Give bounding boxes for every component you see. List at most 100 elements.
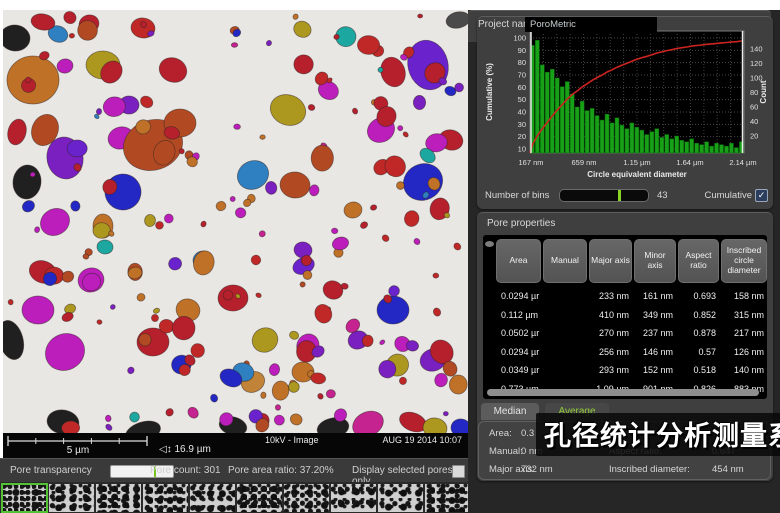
histogram-bar[interactable] [625, 129, 629, 153]
histogram-bar[interactable] [660, 137, 664, 153]
pore-blob[interactable] [36, 203, 75, 240]
histogram-bar[interactable] [610, 123, 614, 153]
pore-blob[interactable] [217, 284, 248, 312]
pore-blob[interactable] [96, 319, 102, 325]
pore-blob[interactable] [136, 292, 147, 302]
pore-blob[interactable] [255, 292, 262, 298]
pore-blob[interactable] [443, 411, 448, 416]
pore-blob[interactable] [399, 377, 407, 385]
pore-blob[interactable] [275, 405, 280, 411]
pore-blob[interactable] [432, 307, 442, 318]
display-selected-checkbox[interactable] [452, 465, 465, 478]
table-row[interactable]: 0.0294 µr256 nm146 nm0.57126 nm [496, 343, 759, 362]
pore-blob[interactable] [370, 204, 378, 211]
histogram-bar[interactable] [715, 143, 719, 153]
table-row[interactable]: 0.0502 µr270 nm237 nm0.878217 nm [496, 324, 759, 343]
cumulative-checkbox[interactable]: ✓ [755, 189, 768, 202]
tab-median[interactable]: Median [481, 403, 539, 420]
histogram-bar[interactable] [670, 139, 674, 153]
pore-blob[interactable] [235, 207, 247, 218]
pore-blob[interactable] [248, 323, 282, 356]
histogram-bar[interactable] [560, 87, 564, 153]
column-header[interactable]: Area [496, 239, 541, 283]
pore-blob[interactable] [331, 228, 338, 234]
pore-blob[interactable] [156, 54, 191, 87]
pore-blob[interactable] [379, 339, 386, 346]
pore-blob[interactable] [377, 296, 409, 324]
project-name-input[interactable] [525, 17, 657, 32]
image-thumbnail[interactable] [237, 484, 282, 512]
pore-blob[interactable] [291, 18, 314, 40]
image-thumbnail[interactable] [96, 484, 141, 512]
row-selector-stub[interactable] [485, 241, 494, 247]
pore-blob[interactable] [452, 242, 462, 252]
column-header[interactable]: Manual [543, 239, 587, 283]
pore-blob[interactable] [273, 414, 285, 426]
table-row[interactable]: 0.0349 µr293 nm152 nm0.518140 nm [496, 361, 759, 380]
histogram-bar[interactable] [545, 72, 549, 153]
pore-blob[interactable] [200, 220, 207, 228]
pore-blob[interactable] [403, 36, 454, 94]
pore-blob[interactable] [229, 196, 236, 203]
histogram-bar[interactable] [655, 129, 659, 153]
histogram-bar[interactable] [685, 142, 689, 153]
pore-blob[interactable] [381, 234, 390, 243]
pore-blob[interactable] [445, 10, 468, 30]
histogram-bar[interactable] [690, 139, 694, 153]
histogram-bar[interactable] [675, 136, 679, 153]
pore-blob[interactable] [396, 181, 404, 189]
pore-blob[interactable] [126, 366, 135, 375]
histogram-bar[interactable] [640, 130, 644, 153]
pore-blob[interactable] [96, 239, 113, 255]
histogram-bar[interactable] [565, 82, 569, 153]
pore-blob[interactable] [418, 14, 423, 18]
pore-blob[interactable] [128, 411, 140, 424]
histogram-bar[interactable] [650, 132, 654, 153]
histogram-bar[interactable] [570, 94, 574, 153]
pore-blob[interactable] [266, 90, 310, 131]
histogram-bar[interactable] [665, 135, 669, 153]
pore-blob[interactable] [105, 415, 111, 422]
histogram-bar[interactable] [695, 143, 699, 153]
pore-blob[interactable] [342, 200, 363, 220]
image-thumbnail[interactable] [378, 484, 423, 512]
histogram-bar[interactable] [710, 146, 714, 153]
pore-blob[interactable] [20, 198, 36, 214]
histogram-bar[interactable] [605, 114, 609, 153]
pore-blob[interactable] [397, 125, 404, 132]
pore-blob[interactable] [3, 23, 31, 52]
pore-blob[interactable] [413, 237, 421, 246]
histogram-bar[interactable] [630, 123, 634, 153]
image-thumbnail[interactable] [49, 484, 94, 512]
table-horizontal-scrollbar[interactable] [487, 389, 759, 396]
pore-blob[interactable] [260, 135, 266, 140]
pore-blob[interactable] [311, 145, 334, 171]
pore-blob[interactable] [191, 249, 217, 278]
pore-blob[interactable] [5, 117, 29, 147]
pore-blob[interactable] [215, 200, 227, 211]
histogram-bar[interactable] [555, 78, 559, 153]
pore-blob[interactable] [279, 171, 311, 200]
pore-blob[interactable] [209, 393, 218, 403]
pore-blob[interactable] [271, 380, 289, 401]
histogram-bar[interactable] [635, 127, 639, 153]
pore-blob[interactable] [250, 254, 262, 266]
pore-blob[interactable] [234, 124, 241, 130]
pore-blob[interactable] [69, 33, 75, 38]
image-thumbnail[interactable] [143, 484, 188, 512]
pore-blob[interactable] [433, 273, 439, 278]
pore-blob[interactable] [299, 281, 306, 288]
histogram-bar[interactable] [540, 65, 544, 153]
pore-blob[interactable] [3, 318, 28, 363]
pore-blob[interactable] [312, 302, 334, 326]
pore-blob[interactable] [151, 314, 159, 322]
column-header[interactable]: Minor axis [634, 239, 676, 283]
pore-blob[interactable] [307, 104, 315, 112]
pore-blob[interactable] [413, 95, 426, 109]
histogram-bar[interactable] [705, 142, 709, 153]
column-header[interactable]: Major axis [589, 239, 632, 283]
pore-blob[interactable] [288, 412, 304, 427]
pore-blob[interactable] [357, 35, 380, 54]
pore-blob[interactable] [8, 299, 14, 305]
pore-blob[interactable] [260, 392, 266, 399]
